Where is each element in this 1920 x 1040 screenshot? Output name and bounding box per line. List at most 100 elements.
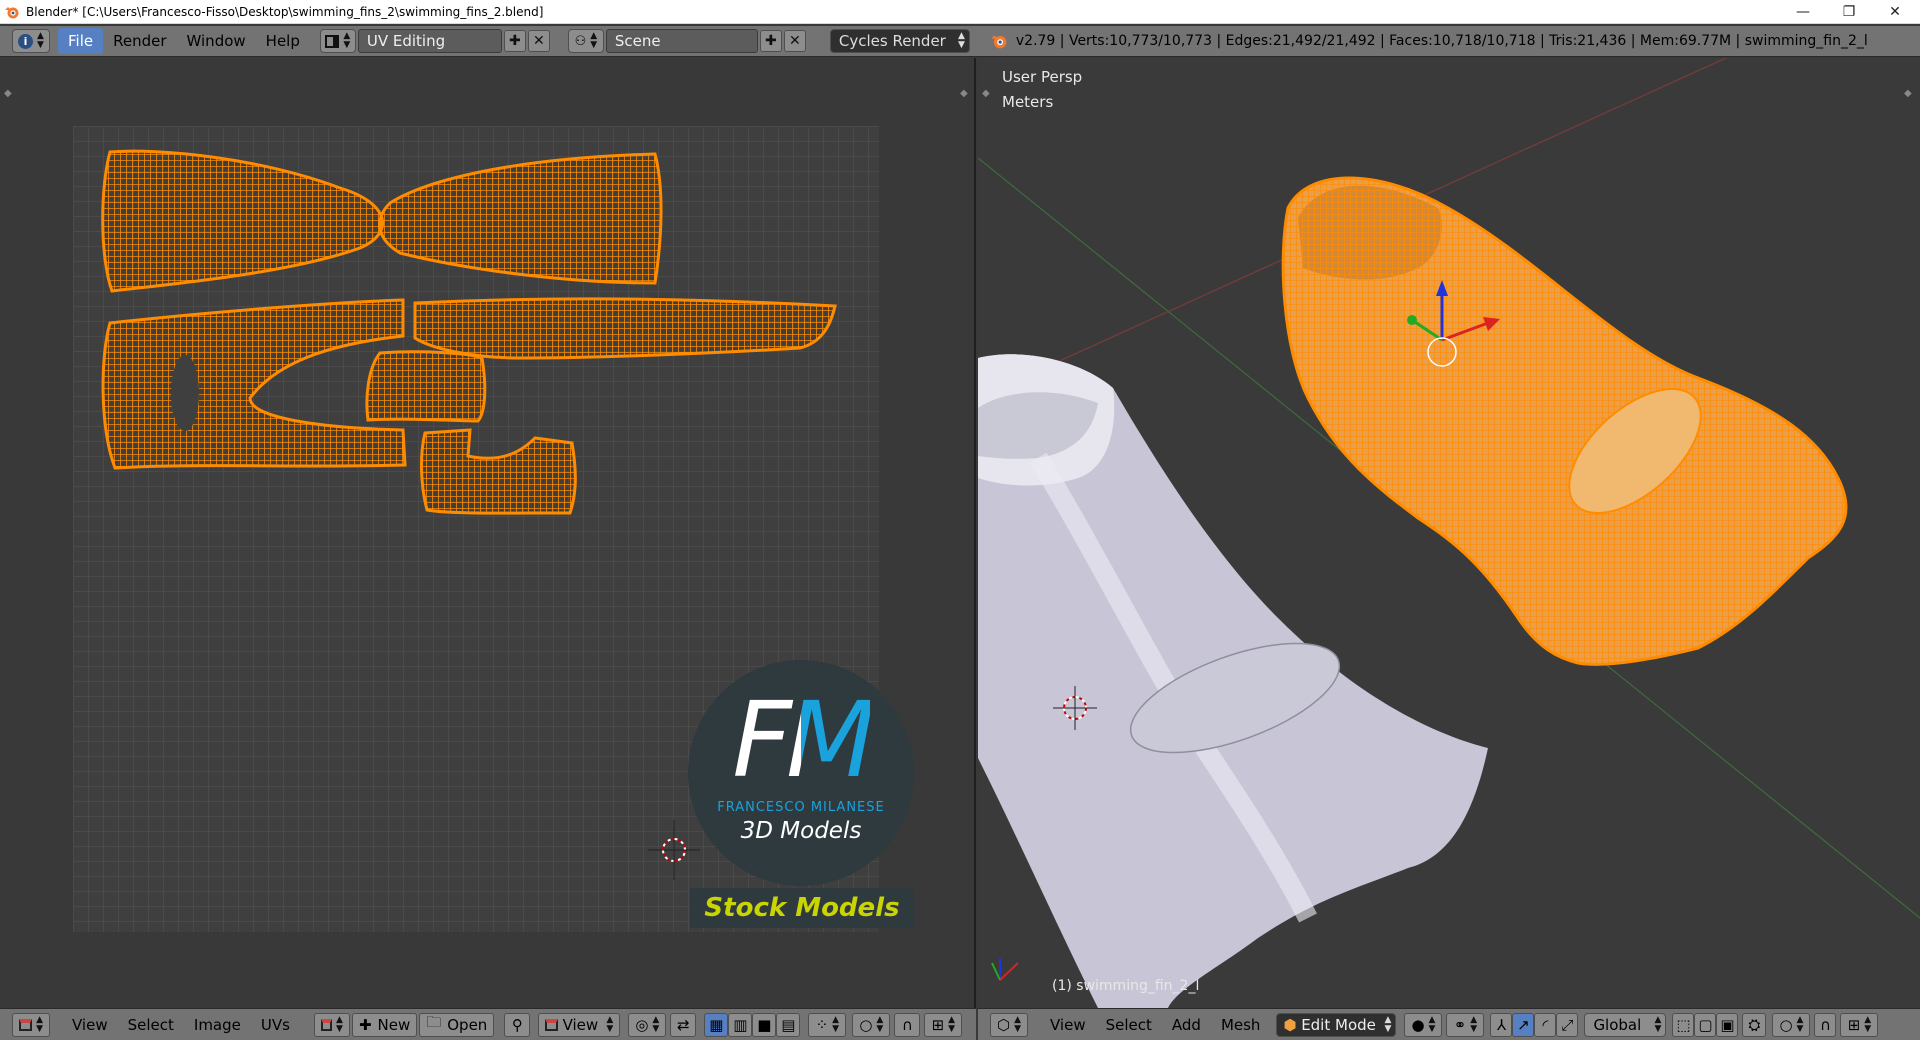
- sticky-selection-dropdown[interactable]: ⁘ ▲ ▼: [808, 1012, 847, 1037]
- magnet-icon: ∩: [901, 1015, 913, 1034]
- snap-element-dropdown[interactable]: ⊞ ▲ ▼: [924, 1012, 963, 1037]
- rotate-icon: ◜: [1542, 1015, 1549, 1034]
- menu-help[interactable]: Help: [256, 28, 310, 54]
- updown-arrows-icon: ▲ ▼: [1654, 1014, 1662, 1034]
- plus-icon: ✚: [509, 33, 521, 49]
- menu-window[interactable]: Window: [177, 28, 256, 54]
- add-scene-button[interactable]: ✚: [759, 30, 782, 52]
- delete-scene-button[interactable]: ✕: [783, 30, 806, 52]
- editor-type-3dview-button[interactable]: ⬡ ▲ ▼: [990, 1012, 1028, 1037]
- browse-image-button[interactable]: ▲ ▼: [313, 1012, 350, 1037]
- editor-type-image-button[interactable]: ▲ ▼: [12, 1012, 50, 1037]
- uv-image-editor[interactable]: ◆ ◆ FM FRANCESCO MILANESE 3D Models Stoc…: [0, 58, 976, 1008]
- menu-view[interactable]: View: [1040, 1012, 1096, 1038]
- pin-image-button[interactable]: ⚲: [504, 1012, 531, 1037]
- pivot-point-dropdown-3d[interactable]: ⚭ ▲ ▼: [1446, 1012, 1485, 1037]
- translate-manipulator-button[interactable]: ↗: [1512, 1012, 1535, 1037]
- solid-shading-icon: ●: [1411, 1015, 1425, 1034]
- updown-arrows-icon: ▲ ▼: [832, 1014, 840, 1034]
- watermark-subtitle: 3D Models: [740, 818, 862, 844]
- scene-icon: ⚇: [574, 33, 587, 49]
- updown-arrows-icon: ▲ ▼: [876, 1014, 884, 1034]
- updown-arrows-icon: ▲ ▼: [948, 1014, 956, 1034]
- updown-arrows-icon: ▲ ▼: [36, 1014, 43, 1034]
- snap-element-dropdown-3d[interactable]: ⊞ ▲ ▼: [1840, 1012, 1879, 1037]
- proportional-edit-dropdown[interactable]: ○ ▲ ▼: [852, 1012, 891, 1037]
- menu-select[interactable]: Select: [1096, 1012, 1162, 1038]
- updown-arrows-icon: ▲ ▼: [343, 31, 351, 50]
- snap-toggle-button[interactable]: ∩: [894, 1012, 921, 1037]
- manipulator-toggle-button[interactable]: ⅄: [1490, 1012, 1513, 1037]
- edge-select-button[interactable]: ▥: [728, 1012, 753, 1037]
- vertex-select-mode-button[interactable]: ⬚: [1672, 1012, 1695, 1037]
- new-image-button[interactable]: ✚ New: [351, 1012, 418, 1037]
- proportional-edit-dropdown-3d[interactable]: ○ ▲ ▼: [1772, 1012, 1811, 1037]
- updown-arrows-icon: ▲ ▼: [590, 31, 598, 50]
- mode-dropdown[interactable]: ⬢ Edit Mode ▲ ▼: [1276, 1012, 1397, 1037]
- edge-select-mode-button[interactable]: ▢: [1694, 1012, 1717, 1037]
- magnet-icon: ∩: [1819, 1015, 1831, 1034]
- face-select-button[interactable]: ■: [752, 1012, 777, 1037]
- occlude-geometry-button[interactable]: ⛭: [1742, 1012, 1767, 1037]
- scene-field[interactable]: Scene: [605, 29, 758, 53]
- scene-icon-button[interactable]: ⚇ ▲ ▼: [567, 29, 604, 53]
- arrow-icon: ↗: [1517, 1015, 1530, 1034]
- snap-increment-icon: ⊞: [1847, 1015, 1861, 1034]
- proportional-icon: ○: [859, 1015, 873, 1034]
- sync-selection-button[interactable]: ⇄: [670, 1012, 697, 1037]
- add-screen-button[interactable]: ✚: [503, 30, 526, 52]
- axis-gizmo-icon: [991, 958, 1019, 981]
- updown-arrows-icon: ▲ ▼: [957, 31, 965, 50]
- island-select-button[interactable]: ▤: [776, 1012, 801, 1037]
- occlude-icon: ⛭: [1748, 1015, 1761, 1034]
- scene-stats: v2.79 | Verts:10,773/10,773 | Edges:21,4…: [1015, 33, 1868, 49]
- menu-view[interactable]: View: [62, 1012, 118, 1038]
- plus-icon: ✚: [765, 33, 777, 49]
- menu-render[interactable]: Render: [103, 28, 176, 54]
- snap-increment-icon: ⊞: [931, 1015, 945, 1034]
- menu-mesh[interactable]: Mesh: [1211, 1012, 1271, 1038]
- open-image-button[interactable]: 🗀 Open: [419, 1012, 495, 1037]
- edit-mode-icon: ⬢: [1283, 1015, 1297, 1034]
- snap-toggle-button-3d[interactable]: ∩: [1814, 1012, 1837, 1037]
- menu-image[interactable]: Image: [184, 1012, 251, 1038]
- vertex-select-button[interactable]: ▦: [704, 1012, 729, 1037]
- 3d-view-header: ⬡ ▲ ▼ View Select Add Mesh ⬢ Edit Mode ▲ ▼…: [978, 1008, 1920, 1040]
- render-engine-dropdown[interactable]: Cycles Render ▲ ▼: [829, 29, 970, 53]
- image-view-mode-dropdown[interactable]: View ▲ ▼: [538, 1012, 621, 1037]
- face-select-mode-button[interactable]: ▣: [1716, 1012, 1739, 1037]
- pivot-point-dropdown[interactable]: ◎ ▲ ▼: [628, 1012, 667, 1037]
- window-titlebar: Blender* [C:\Users\Francesco-Fisso\Deskt…: [0, 0, 1920, 24]
- rotate-manipulator-button[interactable]: ◜: [1534, 1012, 1557, 1037]
- x-icon: ✕: [789, 33, 801, 49]
- delete-screen-button[interactable]: ✕: [527, 30, 550, 52]
- menu-uvs[interactable]: UVs: [251, 1012, 300, 1038]
- screen-layout-icon-button[interactable]: ▲ ▼: [319, 29, 356, 53]
- restore-button[interactable]: ❐: [1826, 0, 1872, 24]
- screen-layout-field[interactable]: UV Editing: [357, 29, 502, 53]
- updown-arrows-icon: ▲ ▼: [652, 1014, 660, 1034]
- menu-select[interactable]: Select: [118, 1012, 184, 1038]
- face-select-icon: ▣: [1720, 1015, 1735, 1034]
- transform-orientation-dropdown[interactable]: Global ▲ ▼: [1584, 1012, 1667, 1037]
- uv-island: [365, 350, 487, 423]
- island-select-icon: ▤: [781, 1015, 796, 1034]
- menu-file[interactable]: File: [58, 28, 104, 54]
- minimize-button[interactable]: —: [1780, 0, 1826, 24]
- uv-island: [419, 428, 577, 515]
- close-button[interactable]: ✕: [1872, 0, 1918, 24]
- watermark-logo: FM FRANCESCO MILANESE 3D Models: [688, 660, 914, 886]
- pivot-icon: ◎: [635, 1015, 649, 1034]
- scale-manipulator-button[interactable]: ⤢: [1556, 1012, 1579, 1037]
- editor-type-info-button[interactable]: i ▲ ▼: [12, 29, 50, 53]
- viewport-scene: [978, 58, 1920, 1008]
- watermark-name: FRANCESCO MILANESE: [717, 800, 885, 815]
- 3d-viewport[interactable]: User Persp Meters ◆ ◆ (1) swimming_fin_2…: [978, 58, 1920, 1008]
- uv-island: [413, 297, 837, 360]
- viewport-shading-dropdown[interactable]: ● ▲ ▼: [1404, 1012, 1443, 1037]
- sync-icon: ⇄: [677, 1015, 690, 1034]
- image-browse-icon: [320, 1018, 333, 1031]
- blender-logo-icon: [991, 35, 1007, 49]
- window-title: Blender* [C:\Users\Francesco-Fisso\Deskt…: [26, 4, 544, 19]
- menu-add[interactable]: Add: [1162, 1012, 1211, 1038]
